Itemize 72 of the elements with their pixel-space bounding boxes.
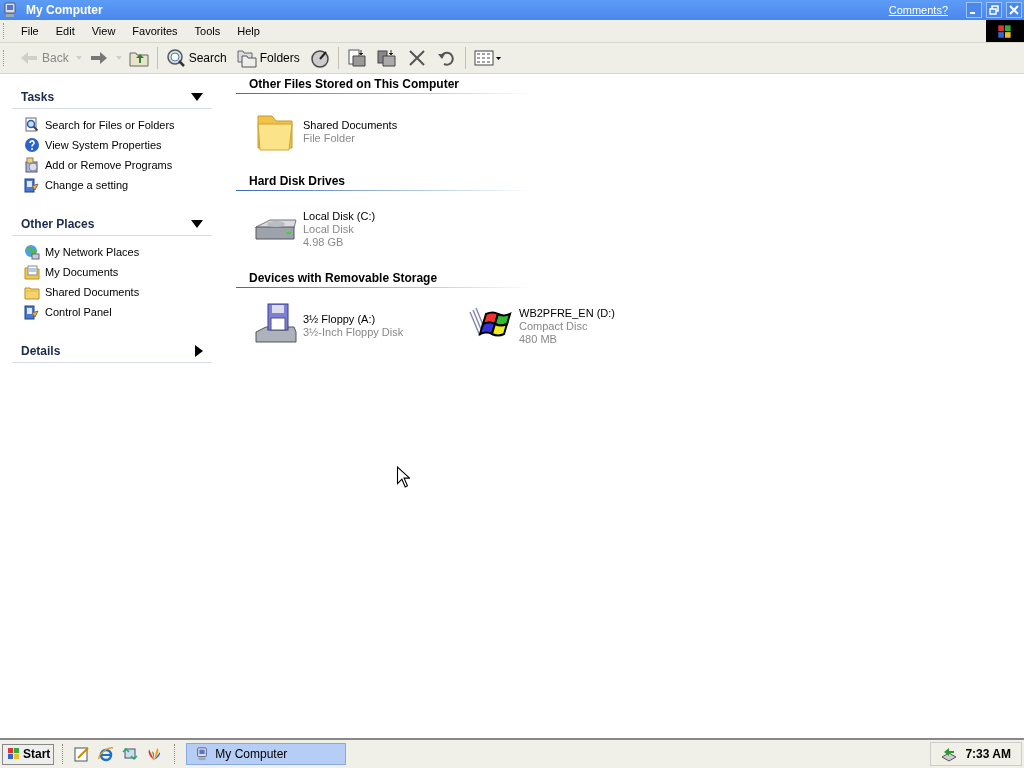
control-panel-icon	[24, 177, 40, 193]
copy-to-icon	[376, 48, 397, 68]
browser-e-icon[interactable]	[98, 746, 115, 762]
item-name[interactable]: WB2PFRE_EN (D:)	[519, 306, 615, 320]
folder-icon	[24, 284, 40, 300]
item-detail: File Folder	[303, 132, 356, 145]
notepad-icon[interactable]	[74, 746, 91, 762]
task-link[interactable]: Search for Files or Folders	[45, 119, 175, 131]
expand-triangle-icon	[195, 345, 203, 357]
task-panel-header[interactable]: Tasks	[12, 86, 212, 109]
caret-icon	[75, 56, 82, 60]
clock: 7:33 AM	[965, 747, 1011, 761]
task-link[interactable]: My Documents	[45, 266, 119, 278]
computer-icon	[195, 747, 210, 761]
task-link[interactable]: Change a setting	[45, 179, 129, 191]
folders-button[interactable]: Folders	[232, 46, 304, 70]
taskbar-button[interactable]: My Computer	[186, 743, 347, 765]
task-panel-header[interactable]: Details	[12, 340, 212, 363]
task-link[interactable]: View System Properties	[45, 139, 162, 151]
program-box-icon	[24, 157, 40, 173]
task-link[interactable]: Shared Documents	[45, 286, 140, 298]
windows-logo-icon	[986, 20, 1024, 42]
folders-icon	[236, 48, 257, 68]
close-button[interactable]	[1006, 2, 1022, 18]
restore-button[interactable]	[986, 2, 1002, 18]
search-icon	[165, 48, 186, 68]
item-detail: 480 MB	[519, 332, 558, 346]
item-detail: 4.98 GB	[303, 235, 345, 249]
menu-item[interactable]: Help	[229, 25, 269, 37]
item-detail: Compact Disc	[519, 319, 589, 333]
network-globe-icon	[24, 244, 40, 260]
group-heading: Hard Disk Drives	[236, 174, 532, 191]
search-icon	[24, 117, 40, 133]
network-device-icon[interactable]	[941, 746, 958, 762]
close-icon	[1009, 5, 1019, 15]
minimize-button[interactable]	[966, 2, 982, 18]
minimize-icon	[970, 12, 975, 14]
task-panel-header[interactable]: Other Places	[12, 213, 212, 236]
caret-icon	[115, 56, 122, 60]
item-name[interactable]: Local Disk (C:)	[303, 209, 376, 223]
task-link[interactable]: Control Panel	[45, 306, 112, 318]
documents-folder-icon	[24, 264, 40, 280]
item-detail: 3½-Inch Floppy Disk	[303, 326, 404, 339]
restore-icon	[989, 5, 999, 15]
menu-item[interactable]: View	[83, 25, 125, 37]
group-heading: Devices with Removable Storage	[236, 271, 532, 288]
start-button[interactable]: Start	[2, 743, 55, 765]
menu-item[interactable]: Tools	[186, 25, 230, 37]
control-panel-icon	[24, 304, 40, 320]
task-link[interactable]: My Network Places	[45, 246, 140, 258]
move-to-icon	[346, 48, 367, 68]
question-mark-icon	[24, 137, 40, 153]
item-detail: Local Disk	[303, 222, 355, 236]
item-name[interactable]: Shared Documents	[303, 119, 398, 132]
collapse-triangle-icon	[191, 220, 203, 228]
delete-icon	[406, 48, 427, 68]
gauge-icon	[309, 48, 330, 68]
mouse-pointer-icon	[396, 466, 410, 488]
sync-icon[interactable]	[122, 746, 139, 762]
search-button[interactable]: Search	[161, 46, 231, 70]
item-name[interactable]: 3½ Floppy (A:)	[303, 313, 404, 326]
task-link[interactable]: Add or Remove Programs	[45, 159, 173, 171]
butterfly-icon[interactable]	[146, 746, 163, 762]
menu-item[interactable]: Edit	[47, 25, 84, 37]
menu-item[interactable]: Favorites	[124, 25, 187, 37]
views-icon	[473, 48, 502, 68]
group-heading: Other Files Stored on This Computer	[236, 77, 532, 94]
computer-icon	[2, 2, 18, 18]
collapse-triangle-icon	[191, 93, 203, 101]
window-title: My Computer	[26, 3, 103, 17]
windows-flag-icon	[6, 746, 22, 762]
menu-item[interactable]: File	[13, 25, 48, 37]
